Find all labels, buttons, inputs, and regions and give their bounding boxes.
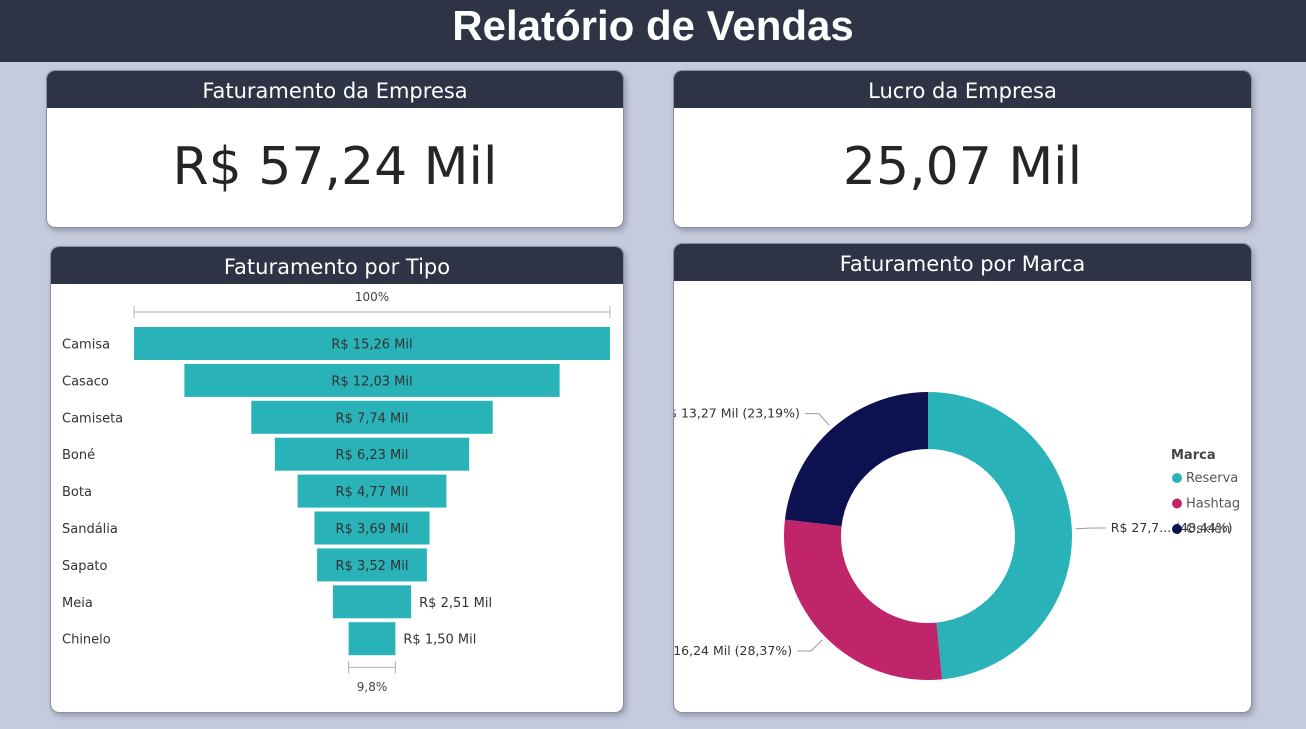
funnel-category-label: Bota bbox=[62, 485, 92, 500]
funnel-category-label: Camiseta bbox=[62, 411, 123, 426]
revenue-by-brand-title: Faturamento por Marca bbox=[674, 244, 1251, 281]
report-title: Relatório de Vendas bbox=[452, 2, 854, 49]
revenue-card-title: Faturamento da Empresa bbox=[47, 71, 623, 108]
donut-slice-osklen bbox=[784, 392, 928, 527]
donut-leader-line bbox=[804, 413, 830, 426]
funnel-value-label: R$ 1,50 Mil bbox=[403, 633, 476, 648]
revenue-by-type-title: Faturamento por Tipo bbox=[51, 247, 623, 284]
funnel-category-label: Sapato bbox=[62, 559, 108, 574]
funnel-category-label: Sandália bbox=[62, 522, 118, 537]
legend-item-hashtag: Hashtag bbox=[1186, 497, 1240, 512]
funnel-bar bbox=[332, 585, 412, 619]
funnel-value-label: R$ 3,52 Mil bbox=[336, 559, 409, 574]
legend-marker bbox=[1172, 473, 1182, 483]
funnel-chart[interactable]: 100% Camisa R$ 15,26 Mil Casaco R$ 12,03 Mil… bbox=[51, 284, 623, 712]
title-bar: Relatório de Vendas bbox=[0, 0, 1306, 62]
legend-marker bbox=[1172, 498, 1182, 509]
funnel-value-label: R$ 15,26 Mil bbox=[331, 338, 412, 353]
funnel-value-label: R$ 4,77 Mil bbox=[336, 485, 409, 500]
legend-marker bbox=[1172, 524, 1182, 534]
funnel-category-label: Casaco bbox=[62, 374, 109, 389]
legend-item-reserva: Reserva bbox=[1186, 471, 1238, 486]
funnel-value-label: R$ 3,69 Mil bbox=[336, 522, 409, 537]
funnel-category-label: Camisa bbox=[62, 338, 110, 353]
funnel-bottom-label: 9,8% bbox=[357, 680, 388, 694]
donut-data-label: R$ 13,27 Mil (23,19%) bbox=[674, 406, 800, 421]
revenue-card[interactable]: Faturamento da Empresa R$ 57,24 Mil bbox=[46, 70, 624, 228]
donut-leader-line bbox=[797, 639, 823, 652]
revenue-value: R$ 57,24 Mil bbox=[172, 137, 498, 197]
revenue-by-brand-card[interactable]: Faturamento por Marca R$ 27,7... (48,44%… bbox=[673, 243, 1252, 713]
profit-card[interactable]: Lucro da Empresa 25,07 Mil bbox=[673, 70, 1252, 228]
funnel-top-label: 100% bbox=[355, 290, 389, 304]
funnel-value-label: R$ 12,03 Mil bbox=[331, 374, 412, 389]
funnel-value-label: R$ 2,51 Mil bbox=[419, 596, 492, 611]
funnel-value-label: R$ 6,23 Mil bbox=[336, 448, 409, 463]
donut-slice-reserva bbox=[928, 392, 1072, 680]
revenue-by-type-card[interactable]: Faturamento por Tipo 100% Camisa R$ 15,26 … bbox=[50, 246, 624, 713]
funnel-bar bbox=[348, 622, 396, 656]
profit-card-title: Lucro da Empresa bbox=[674, 71, 1251, 108]
legend-item-osklen: Osklen bbox=[1186, 522, 1230, 537]
donut-data-label: R$ 16,24 Mil (28,37%) bbox=[674, 643, 792, 658]
donut-leader-line bbox=[1075, 527, 1106, 530]
funnel-category-label: Chinelo bbox=[62, 633, 111, 648]
funnel-category-label: Boné bbox=[62, 448, 95, 463]
legend-title: Marca bbox=[1171, 448, 1216, 463]
funnel-value-label: R$ 7,74 Mil bbox=[336, 411, 409, 426]
funnel-category-label: Meia bbox=[62, 596, 93, 611]
donut-slice-hashtag bbox=[784, 519, 943, 680]
donut-chart[interactable]: R$ 27,7... (48,44%)R$ 16,24 Mil (28,37%)… bbox=[674, 281, 1251, 712]
profit-value: 25,07 Mil bbox=[842, 137, 1083, 197]
